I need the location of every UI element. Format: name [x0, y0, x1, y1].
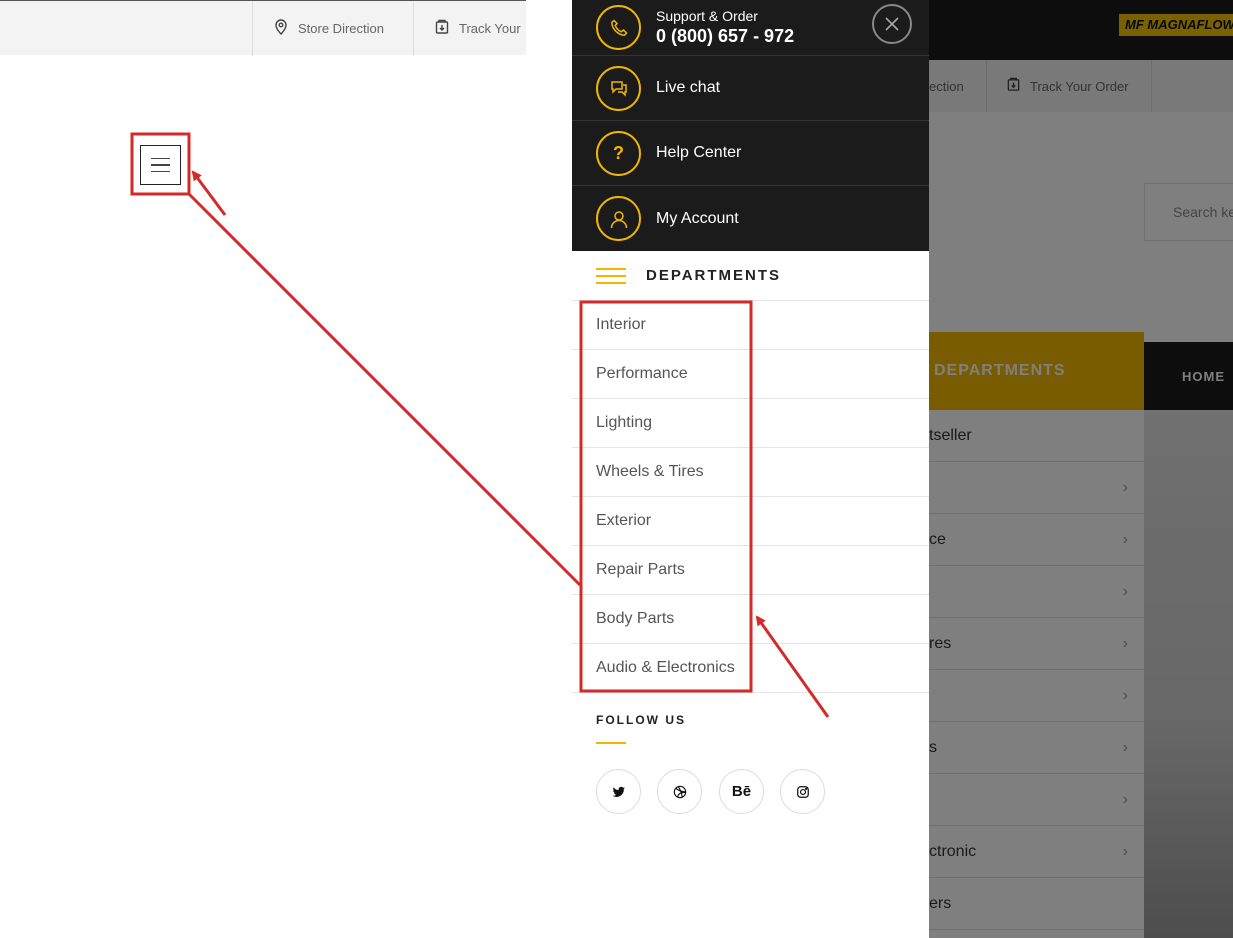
hamburger-menu-icon [151, 157, 170, 160]
department-item[interactable]: Performance [572, 350, 929, 399]
department-item[interactable]: Exterior [572, 497, 929, 546]
side-drawer: Support & Order 0 (800) 657 - 972 Live c… [572, 0, 929, 938]
live-chat-link[interactable]: Live chat [572, 56, 929, 121]
close-icon [885, 17, 899, 31]
department-item[interactable]: Wheels & Tires [572, 448, 929, 497]
drawer-header: Support & Order 0 (800) 657 - 972 Live c… [572, 0, 929, 251]
user-icon [596, 196, 641, 241]
package-icon [434, 19, 450, 38]
help-center-link[interactable]: ? Help Center [572, 121, 929, 186]
twitter-icon [612, 786, 625, 797]
behance-icon: Bē [731, 783, 752, 800]
annotation-connector [187, 192, 582, 587]
follow-us-title: FOLLOW US [596, 713, 686, 727]
support-subtitle: Support & Order [656, 7, 758, 24]
live-chat-label: Live chat [656, 79, 721, 96]
track-order-link[interactable]: Track Your [413, 1, 526, 56]
track-order-label: Track Your [459, 21, 521, 36]
instagram-button[interactable] [780, 769, 825, 814]
behance-button[interactable]: Bē [719, 769, 764, 814]
support-phone[interactable]: 0 (800) 657 - 972 [656, 24, 794, 48]
mobile-menu-button[interactable] [140, 145, 181, 185]
follow-us-underline [596, 742, 626, 744]
help-center-label: Help Center [656, 144, 742, 161]
departments-menu-icon [596, 267, 626, 284]
chat-icon [596, 65, 641, 111]
dribbble-button[interactable] [657, 769, 702, 814]
phone-icon [596, 5, 641, 50]
twitter-button[interactable] [596, 769, 641, 814]
department-item[interactable]: Lighting [572, 399, 929, 448]
annotation-arrow [191, 170, 227, 216]
background-page: MF MAGNAFLOW ection Track Your Order Sea… [929, 0, 1233, 938]
screenshot-stage: Store Direction Track Your MF MAGNAFLOW … [0, 0, 1233, 938]
close-drawer-button[interactable] [872, 4, 912, 44]
departments-header[interactable]: DEPARTMENTS [572, 251, 929, 301]
department-item[interactable]: Audio & Electronics [572, 644, 929, 693]
my-account-label: My Account [656, 209, 739, 227]
departments-list: Interior Performance Lighting Wheels & T… [572, 301, 929, 693]
departments-title: DEPARTMENTS [646, 267, 782, 284]
help-icon: ? [596, 130, 641, 176]
department-item[interactable]: Body Parts [572, 595, 929, 644]
map-pin-icon [273, 19, 289, 38]
instagram-icon [796, 785, 809, 798]
my-account-link[interactable]: My Account [572, 186, 929, 251]
store-direction-link[interactable]: Store Direction [252, 1, 414, 56]
overlay-dim[interactable] [929, 0, 1233, 938]
department-item[interactable]: Interior [572, 301, 929, 350]
dribbble-icon [673, 785, 686, 798]
top-bar: Store Direction Track Your [0, 0, 526, 56]
store-direction-label: Store Direction [298, 21, 384, 36]
department-item[interactable]: Repair Parts [572, 546, 929, 595]
